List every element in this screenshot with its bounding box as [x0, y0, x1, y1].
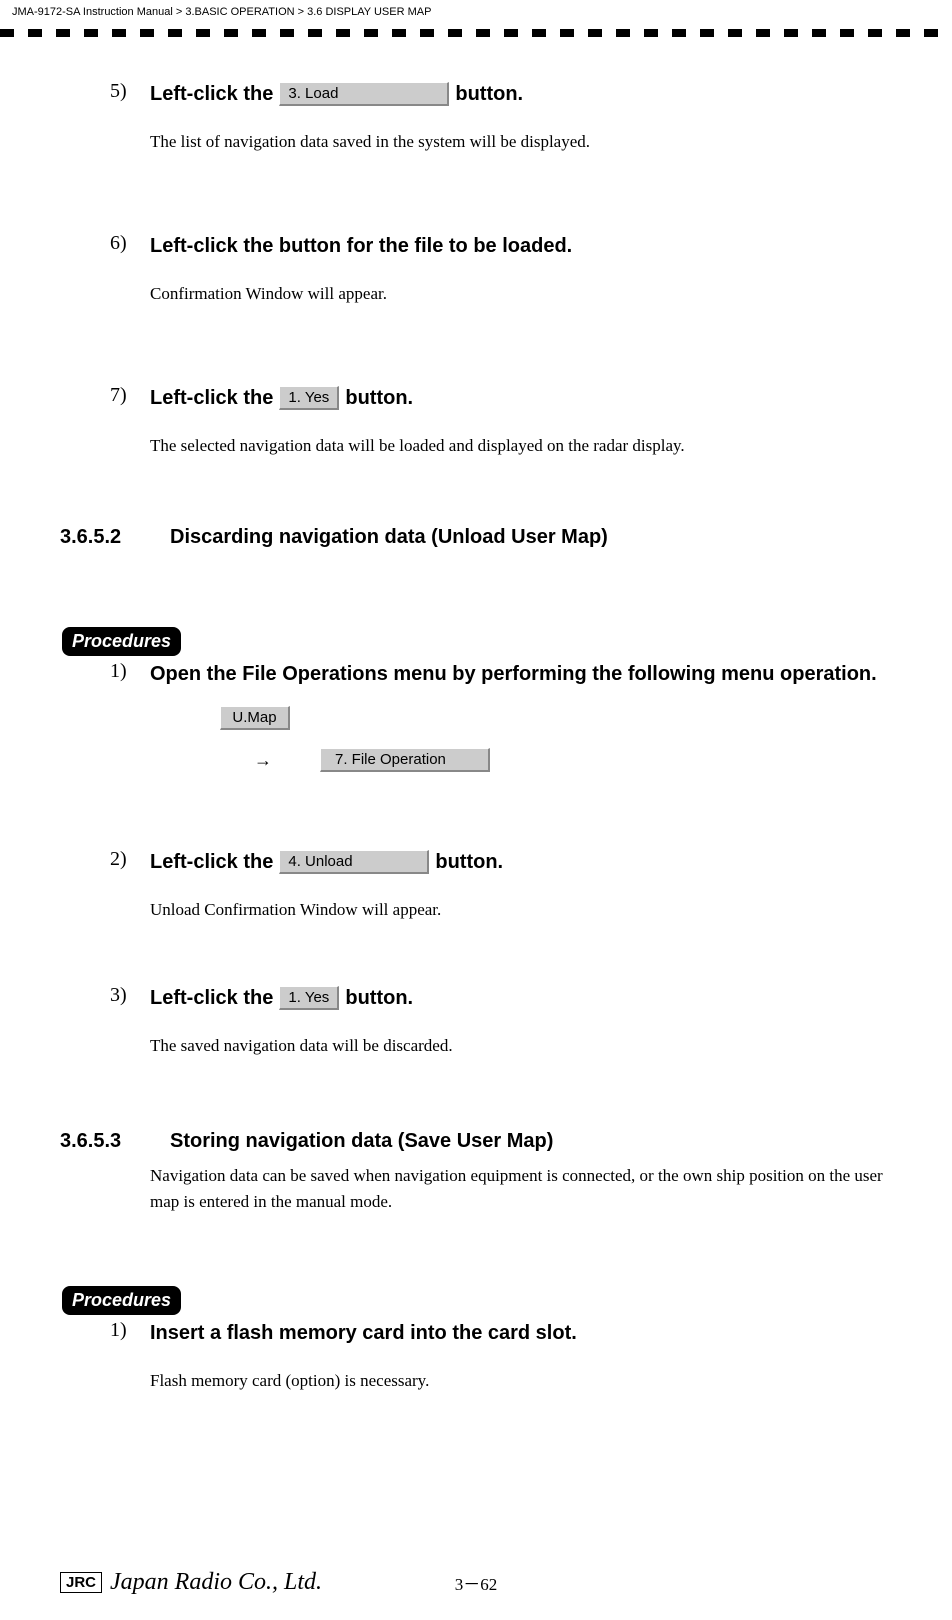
breadcrumb-sep: >	[173, 6, 186, 18]
arrow-right-icon: →	[254, 750, 272, 771]
procedures-badge: Procedures	[62, 627, 181, 656]
umap-button[interactable]: U.Map	[220, 706, 290, 730]
step-number: 3)	[110, 984, 150, 1056]
step-description: Unload Confirmation Window will appear.	[150, 900, 892, 920]
proc1-step-2: 2) Left-click the 4. Unload button. Unlo…	[110, 848, 892, 920]
step-title: Left-click the button for the file to be…	[150, 232, 892, 260]
proc1-step-1: 1) Open the File Operations menu by perf…	[110, 660, 892, 772]
step-text-post: button.	[455, 80, 523, 108]
step-text-post: button.	[435, 848, 503, 876]
load-button[interactable]: 3. Load	[279, 82, 449, 106]
step-description: The selected navigation data will be loa…	[150, 436, 892, 456]
step-text-pre: Left-click the	[150, 80, 273, 108]
yes-button[interactable]: 1. Yes	[279, 386, 339, 410]
step-description: The saved navigation data will be discar…	[150, 1036, 892, 1056]
step-text-post: button.	[345, 384, 413, 412]
step-number: 7)	[110, 384, 150, 456]
step-text-pre: Left-click the	[150, 984, 273, 1012]
page-number: 3－62	[455, 1570, 498, 1595]
step-number: 1)	[110, 1319, 150, 1391]
step-number: 6)	[110, 232, 150, 304]
section-heading-3652: 3.6.5.2 Discarding navigation data (Unlo…	[60, 526, 892, 549]
step-text-pre: Left-click the	[150, 384, 273, 412]
section-number: 3.6.5.2	[60, 526, 170, 549]
step-description: Confirmation Window will appear.	[150, 284, 892, 304]
step-text-post: button.	[345, 984, 413, 1012]
step-description: The list of navigation data saved in the…	[150, 132, 892, 152]
step-text-pre: Left-click the	[150, 848, 273, 876]
step-5: 5) Left-click the 3. Load button. The li…	[110, 80, 892, 152]
step-6: 6) Left-click the button for the file to…	[110, 232, 892, 304]
breadcrumb-chapter: 3.BASIC OPERATION	[185, 6, 294, 18]
unload-button[interactable]: 4. Unload	[279, 850, 429, 874]
step-7: 7) Left-click the 1. Yes button. The sel…	[110, 384, 892, 456]
section-title: Discarding navigation data (Unload User …	[170, 526, 608, 549]
jrc-logo: JRC	[60, 1572, 102, 1593]
yes-button[interactable]: 1. Yes	[279, 986, 339, 1010]
breadcrumb-sep: >	[295, 6, 308, 18]
proc2-step-1: 1) Insert a flash memory card into the c…	[110, 1319, 892, 1391]
breadcrumb: JMA-9172-SA Instruction Manual > 3.BASIC…	[0, 0, 952, 18]
section-title: Storing navigation data (Save User Map)	[170, 1130, 553, 1153]
company-name: Japan Radio Co., Ltd.	[110, 1569, 322, 1596]
step-description: Flash memory card (option) is necessary.	[150, 1371, 892, 1391]
divider-dashed	[0, 26, 952, 40]
breadcrumb-section: 3.6 DISPLAY USER MAP	[307, 6, 431, 18]
section-number: 3.6.5.3	[60, 1130, 170, 1153]
file-operation-button[interactable]: 7. File Operation	[320, 748, 490, 772]
breadcrumb-manual: JMA-9172-SA Instruction Manual	[12, 6, 173, 18]
section-heading-3653: 3.6.5.3 Storing navigation data (Save Us…	[60, 1130, 892, 1153]
step-title: Open the File Operations menu by perform…	[150, 660, 892, 688]
step-number: 2)	[110, 848, 150, 920]
step-number: 1)	[110, 660, 150, 772]
footer: JRC Japan Radio Co., Ltd. 3－62	[0, 1569, 952, 1596]
step-title: Insert a flash memory card into the card…	[150, 1319, 892, 1347]
procedures-badge: Procedures	[62, 1286, 181, 1315]
proc1-step-3: 3) Left-click the 1. Yes button. The sav…	[110, 984, 892, 1056]
step-number: 5)	[110, 80, 150, 152]
section-body: Navigation data can be saved when naviga…	[150, 1163, 892, 1214]
